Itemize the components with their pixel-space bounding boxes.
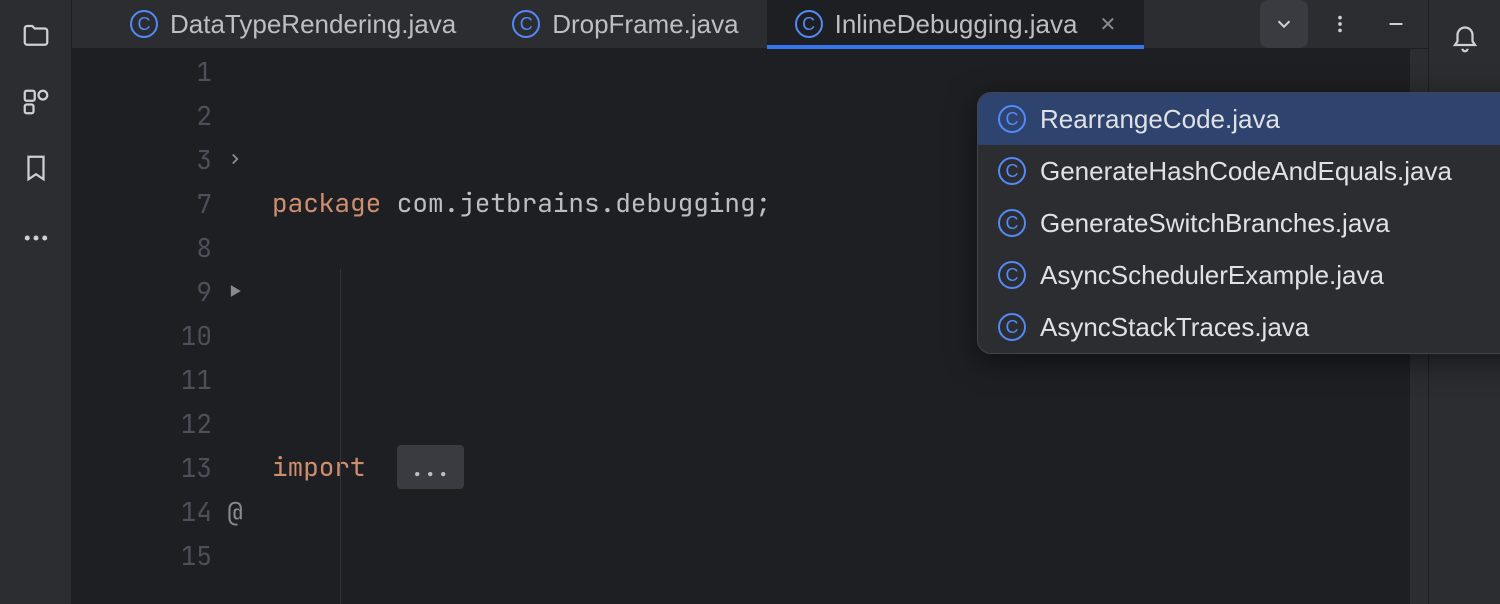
- dropdown-item-label: AsyncSchedulerExample.java: [1040, 260, 1384, 291]
- tab-0[interactable]: C DataTypeRendering.java: [102, 0, 484, 48]
- more-icon[interactable]: [20, 222, 52, 254]
- tab-bar: C DataTypeRendering.java C DropFrame.jav…: [72, 0, 1428, 49]
- kw-package: package: [272, 181, 381, 225]
- tab-1[interactable]: C DropFrame.java: [484, 0, 766, 48]
- java-class-icon: C: [795, 10, 823, 38]
- gutter: 1 2 3 7 8 9 10 11 12 13 14@ 15: [72, 49, 272, 604]
- dropdown-item-label: RearrangeCode.java: [1040, 104, 1280, 135]
- dropdown-item[interactable]: C RearrangeCode.java ✕: [978, 93, 1500, 145]
- line-number: 8: [162, 230, 212, 265]
- line-number: 10: [162, 318, 212, 353]
- dropdown-item[interactable]: C GenerateHashCodeAndEquals.java ✕: [978, 145, 1500, 197]
- line-number: 3: [162, 142, 212, 177]
- bookmarks-icon[interactable]: [20, 152, 52, 184]
- fold-chevron-icon[interactable]: [212, 150, 258, 168]
- left-sidebar: [0, 0, 72, 604]
- close-tab-icon[interactable]: ✕: [1099, 12, 1116, 37]
- java-class-icon: C: [998, 209, 1026, 237]
- minimize-icon[interactable]: [1372, 0, 1420, 48]
- line-number: 15: [162, 538, 212, 573]
- code-text: com.jetbrains.debugging;: [381, 181, 771, 225]
- structure-icon[interactable]: [20, 86, 52, 118]
- dropdown-item-label: GenerateHashCodeAndEquals.java: [1040, 156, 1452, 187]
- main-area: C DataTypeRendering.java C DropFrame.jav…: [72, 0, 1428, 604]
- line-number: 13: [162, 450, 212, 485]
- hidden-tabs-dropdown: C RearrangeCode.java ✕ C GenerateHashCod…: [977, 92, 1500, 354]
- dropdown-item[interactable]: C GenerateSwitchBranches.java ✕: [978, 197, 1500, 249]
- notifications-icon[interactable]: [1449, 24, 1481, 56]
- java-class-icon: C: [998, 313, 1026, 341]
- folded-region[interactable]: ...: [397, 445, 464, 489]
- line-number: 14: [162, 494, 212, 529]
- tab-actions: [1260, 0, 1428, 48]
- show-hidden-tabs-button[interactable]: [1260, 0, 1308, 48]
- line-number: 9: [162, 274, 212, 309]
- java-class-icon: C: [998, 105, 1026, 133]
- project-icon[interactable]: [20, 20, 52, 52]
- line-number: 11: [162, 362, 212, 397]
- override-gutter-icon[interactable]: @: [212, 494, 258, 529]
- dropdown-item-label: AsyncStackTraces.java: [1040, 312, 1309, 343]
- line-number: 7: [162, 186, 212, 221]
- line-number: 1: [162, 54, 212, 89]
- tab-label: DataTypeRendering.java: [170, 9, 456, 40]
- tab-options-icon[interactable]: [1316, 0, 1364, 48]
- tab-label: DropFrame.java: [552, 9, 738, 40]
- java-class-icon: C: [998, 157, 1026, 185]
- java-class-icon: C: [998, 261, 1026, 289]
- dropdown-item[interactable]: C AsyncSchedulerExample.java ✕: [978, 249, 1500, 301]
- run-gutter-icon[interactable]: [212, 281, 258, 301]
- java-class-icon: C: [130, 10, 158, 38]
- kw-import: import: [272, 445, 366, 489]
- java-class-icon: C: [512, 10, 540, 38]
- line-number: 12: [162, 406, 212, 441]
- tab-2[interactable]: C InlineDebugging.java ✕: [767, 0, 1145, 48]
- tab-label: InlineDebugging.java: [835, 9, 1078, 40]
- line-number: 2: [162, 98, 212, 133]
- dropdown-item[interactable]: C AsyncStackTraces.java ✕: [978, 301, 1500, 353]
- dropdown-item-label: GenerateSwitchBranches.java: [1040, 208, 1390, 239]
